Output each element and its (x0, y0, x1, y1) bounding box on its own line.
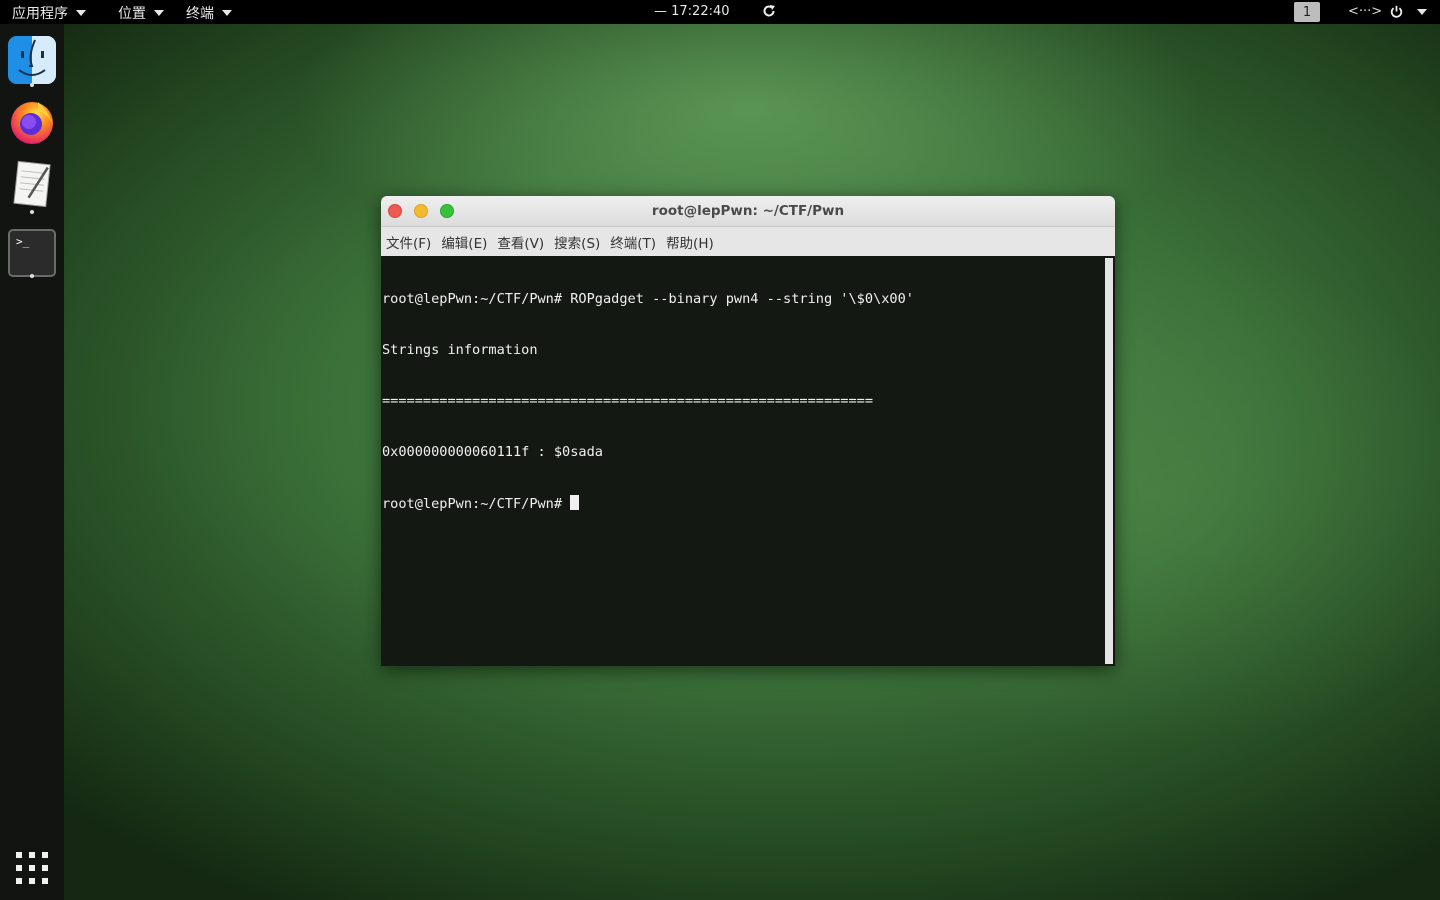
power-icon[interactable] (1390, 5, 1403, 18)
dock: >_ (0, 24, 64, 900)
notepad-icon (13, 160, 51, 208)
scrollbar-thumb[interactable] (1105, 258, 1113, 664)
refresh-icon[interactable] (762, 4, 776, 18)
menu-help[interactable]: 帮助(H) (666, 232, 714, 252)
notes-icon[interactable] (6, 158, 59, 211)
terminal-prompt-glyph: >_ (16, 235, 30, 248)
terminal-line: Strings information (382, 342, 538, 358)
chevron-down-icon (222, 10, 232, 16)
window-titlebar[interactable]: root@lepPwn: ~/CTF/Pwn (381, 196, 1115, 227)
workspace-indicator[interactable]: 1 (1294, 2, 1320, 22)
terminal-line: 0x000000000060111f : $0sada (382, 444, 603, 460)
terminal-app-menu-label: 终端 (186, 6, 214, 22)
terminal-icon[interactable]: >_ (8, 229, 56, 277)
menu-terminal[interactable]: 终端(T) (610, 232, 656, 252)
places-menu[interactable]: 位置 (118, 3, 164, 23)
network-icon[interactable]: <···> (1348, 4, 1382, 19)
clock[interactable]: — 17:22:40 (654, 4, 730, 19)
chevron-down-icon[interactable] (1417, 9, 1427, 15)
terminal-line: ========================================… (382, 393, 874, 409)
finder-face-icon (8, 36, 56, 84)
terminal-line: root@lepPwn:~/CTF/Pwn# ROPgadget --binar… (382, 291, 914, 307)
menu-edit[interactable]: 编辑(E) (441, 232, 487, 252)
applications-menu[interactable]: 应用程序 (12, 3, 86, 23)
top-bar: 应用程序 位置 终端 — 17:22:40 1 <···> (0, 0, 1440, 24)
scrollbar[interactable] (1103, 256, 1115, 666)
window-menubar: 文件(F) 编辑(E) 查看(V) 搜索(S) 终端(T) 帮助(H) (381, 227, 1115, 256)
running-indicator (30, 274, 34, 278)
menu-search[interactable]: 搜索(S) (554, 232, 600, 252)
running-indicator (30, 210, 34, 214)
menu-view[interactable]: 查看(V) (497, 232, 544, 252)
chevron-down-icon (154, 10, 164, 16)
terminal-window[interactable]: root@lepPwn: ~/CTF/Pwn 文件(F) 编辑(E) 查看(V)… (381, 196, 1115, 666)
text-cursor (570, 495, 580, 510)
applications-menu-label: 应用程序 (12, 6, 68, 22)
menu-file[interactable]: 文件(F) (386, 232, 431, 252)
chevron-down-icon (76, 10, 86, 16)
places-menu-label: 位置 (118, 6, 146, 22)
terminal-prompt-line: root@lepPwn:~/CTF/Pwn# (382, 495, 1102, 512)
firefox-logo-icon (11, 102, 53, 144)
window-title: root@lepPwn: ~/CTF/Pwn (651, 203, 845, 219)
terminal-output[interactable]: root@lepPwn:~/CTF/Pwn# ROPgadget --binar… (381, 256, 1103, 666)
finder-icon[interactable] (8, 36, 56, 84)
terminal-app-menu[interactable]: 终端 (186, 3, 232, 23)
grid-icon[interactable] (16, 852, 48, 884)
firefox-icon[interactable] (8, 97, 56, 145)
terminal-prompt: root@lepPwn:~/CTF/Pwn# (382, 496, 571, 512)
running-indicator (30, 83, 34, 87)
